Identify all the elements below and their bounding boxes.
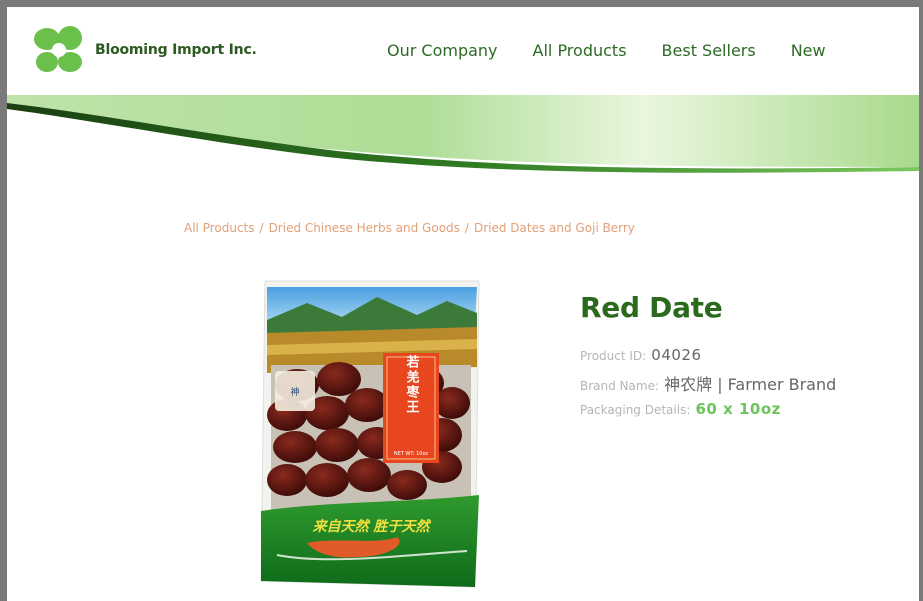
- brand-name-label: Brand Name:: [580, 379, 660, 393]
- package-slogan: 来自天然 胜于天然: [313, 518, 432, 535]
- packaging-row: Packaging Details: 60 x 10oz: [580, 399, 781, 418]
- package-net-weight: NET WT: 10oz: [394, 451, 429, 457]
- svg-text:神: 神: [290, 386, 299, 398]
- main-nav: Our Company All Products Best Sellers Ne…: [387, 41, 861, 60]
- company-name: Blooming Import Inc.: [95, 42, 257, 58]
- clover-logo-icon: [34, 26, 82, 72]
- nav-best-sellers[interactable]: Best Sellers: [662, 41, 756, 60]
- breadcrumb-link[interactable]: Dried Chinese Herbs and Goods: [269, 221, 460, 235]
- packaging-value: 60 x 10oz: [695, 400, 781, 418]
- site-logo[interactable]: Blooming Import Inc.: [32, 25, 257, 75]
- nav-all-products[interactable]: All Products: [533, 41, 627, 60]
- brand-name-value: 神农牌 | Farmer Brand: [664, 375, 837, 394]
- breadcrumb-link[interactable]: Dried Dates and Goji Berry: [474, 221, 635, 235]
- breadcrumb-separator: /: [259, 221, 264, 235]
- product-image: 神 若羌枣王 NET WT: 10oz 来自天然 胜于天然: [260, 280, 480, 588]
- breadcrumb: All Products / Dried Chinese Herbs and Goo…: [184, 221, 635, 235]
- header-banner: [7, 95, 919, 175]
- site-header: Blooming Import Inc. Our Company All Pro…: [7, 7, 919, 97]
- product-id-value: 04026: [651, 346, 702, 364]
- product-id-label: Product ID:: [580, 349, 647, 363]
- brand-name-row: Brand Name: 神农牌 | Farmer Brand: [580, 371, 836, 395]
- breadcrumb-link[interactable]: All Products: [184, 221, 255, 235]
- browser-frame: Blooming Import Inc. Our Company All Pro…: [7, 7, 919, 601]
- package-chinese-title: 若羌枣王: [404, 354, 421, 415]
- product-title: Red Date: [580, 291, 723, 324]
- nav-new[interactable]: New: [791, 41, 826, 60]
- breadcrumb-separator: /: [464, 221, 469, 235]
- nav-our-company[interactable]: Our Company: [387, 41, 498, 60]
- packaging-label: Packaging Details:: [580, 403, 691, 417]
- product-id-row: Product ID: 04026: [580, 345, 702, 364]
